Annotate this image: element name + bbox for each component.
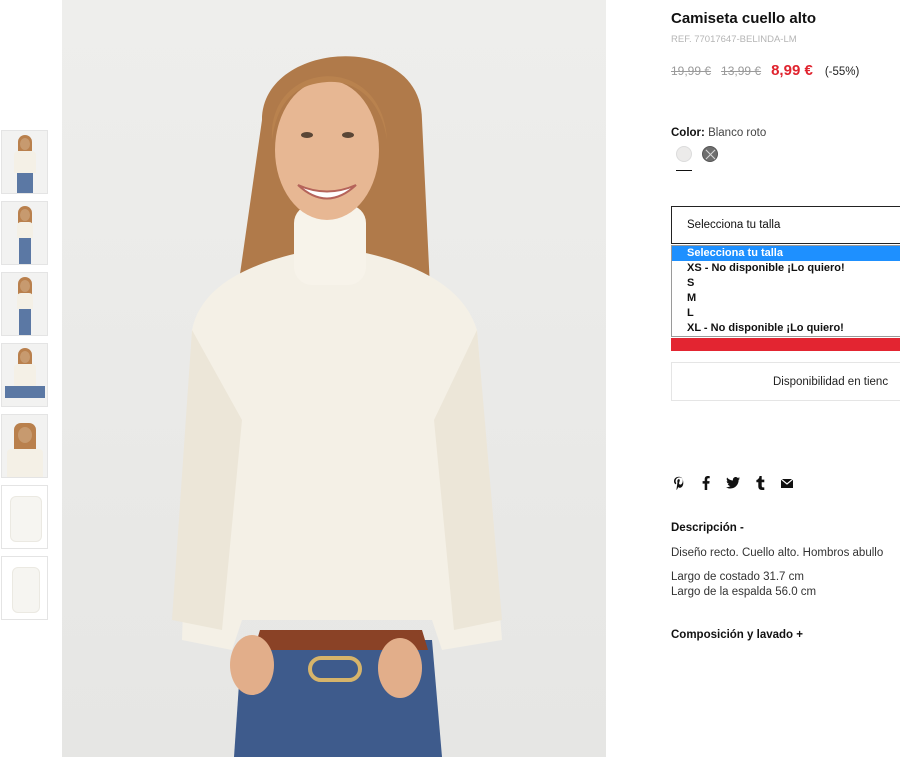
twitter-icon[interactable] (726, 475, 740, 491)
color-value: Blanco roto (708, 127, 767, 139)
color-label-key: Color: (671, 127, 705, 139)
price-block: 19,99 € 13,99 € 8,99 € (-55%) (671, 62, 859, 79)
mail-icon[interactable] (780, 475, 794, 491)
color-swatch-white[interactable] (676, 146, 692, 162)
discount-badge: (-55%) (824, 66, 860, 78)
thumbnail-5[interactable] (1, 414, 48, 478)
color-label: Color: Blanco roto (671, 127, 766, 139)
composition-care-heading[interactable]: Composición y lavado + (671, 629, 803, 641)
description-heading[interactable]: Descripción - (671, 522, 744, 534)
size-option-xl[interactable]: XL - No disponible ¡Lo quiero! (672, 321, 900, 336)
share-icons (672, 475, 807, 491)
store-availability-label: Disponibilidad en tienc (773, 376, 889, 388)
selected-swatch-indicator (676, 170, 692, 171)
description-text: Diseño recto. Cuello alto. Hombros abull… (671, 547, 884, 559)
price-previous: 13,99 € (721, 64, 762, 78)
product-main-image[interactable] (62, 0, 606, 757)
thumbnail-1[interactable] (1, 130, 48, 194)
measurement-back-length: Largo de la espalda 56.0 cm (671, 586, 817, 598)
color-swatch-grey-unavailable[interactable] (702, 146, 718, 162)
thumbnail-gallery (1, 130, 48, 627)
product-reference: REF. 77017647-BELINDA-LM (671, 34, 797, 45)
size-select[interactable]: Selecciona tu talla (671, 206, 900, 244)
size-option-l[interactable]: L (672, 306, 900, 321)
pinterest-icon[interactable] (672, 475, 686, 491)
thumbnail-7[interactable] (1, 556, 48, 620)
thumbnail-3[interactable] (1, 272, 48, 336)
tumblr-icon[interactable] (753, 475, 767, 491)
size-option-xs[interactable]: XS - No disponible ¡Lo quiero! (672, 261, 900, 276)
size-option-m[interactable]: M (672, 291, 900, 306)
size-dropdown-list: Selecciona tu talla XS - No disponible ¡… (671, 245, 900, 337)
price-current: 8,99 € (771, 62, 813, 79)
facebook-icon[interactable] (699, 475, 713, 491)
price-original: 19,99 € (671, 64, 712, 78)
thumbnail-6[interactable] (1, 485, 48, 549)
size-select-label: Selecciona tu talla (687, 219, 781, 231)
measurement-side-length: Largo de costado 31.7 cm (671, 571, 804, 583)
store-availability-button[interactable]: Disponibilidad en tienc (671, 362, 900, 401)
product-title: Camiseta cuello alto (671, 10, 817, 27)
thumbnail-4[interactable] (1, 343, 48, 407)
model-illustration (172, 56, 502, 757)
size-option-s[interactable]: S (672, 276, 900, 291)
thumbnail-2[interactable] (1, 201, 48, 265)
size-option-placeholder[interactable]: Selecciona tu talla (672, 246, 900, 261)
add-to-cart-button[interactable] (671, 338, 900, 351)
